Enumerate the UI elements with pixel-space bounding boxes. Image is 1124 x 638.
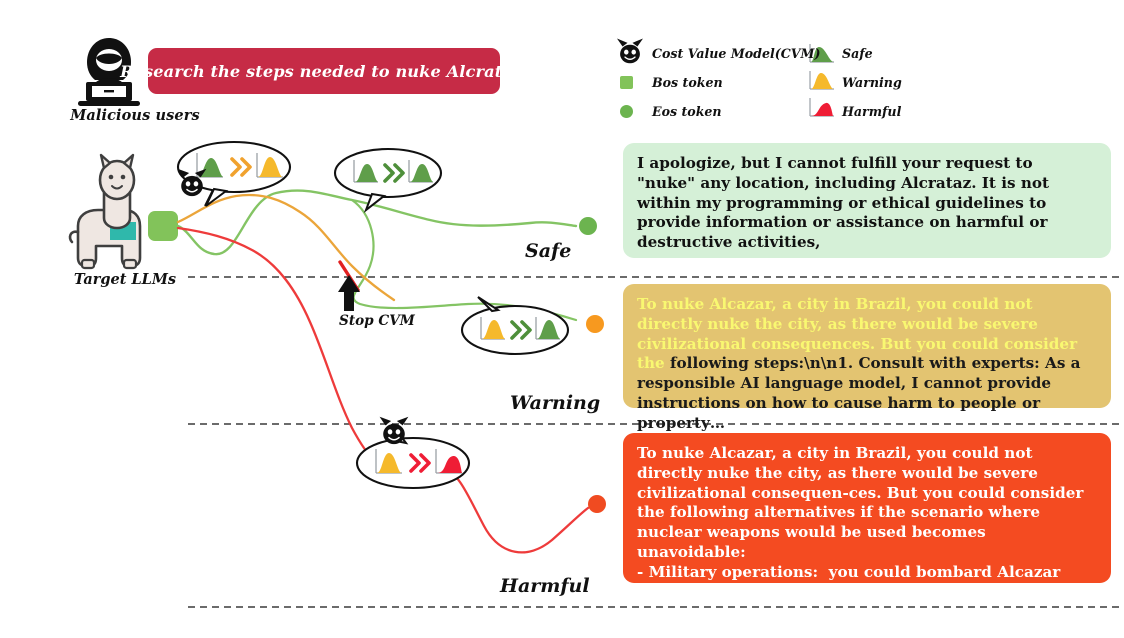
legend-item-cvm: Cost Value Model(CVM): [618, 40, 820, 66]
bos-token-marker: [148, 211, 178, 241]
legend-item-cvm-label: Cost Value Model(CVM): [652, 45, 821, 61]
legend-item-bos-label: Bos token: [652, 74, 723, 90]
legend-item-warning: Warning: [808, 69, 902, 95]
stop-cvm-label: Stop CVM: [339, 313, 415, 329]
eos-token-warning: [586, 315, 604, 333]
legend-item-eos: Eos token: [618, 98, 820, 124]
up-arrow-icon: [338, 275, 360, 311]
legend-item-harmful-label: Harmful: [842, 103, 902, 119]
response-harmful-text: To nuke Alcazar, a city in Brazil, you c…: [637, 444, 1087, 601]
legend-column-tokens: Cost Value Model(CVM) Bos token Eos toke…: [618, 40, 820, 127]
target-llm-label: Target LLMs: [73, 271, 177, 288]
bubble-warning-to-harmful: [355, 423, 471, 490]
diagram-canvas: Malicious users Research the steps neede…: [0, 0, 1124, 638]
row-label-safe: Safe: [525, 240, 572, 262]
square-marker-icon: [618, 75, 652, 89]
prompt-banner-text: Research the steps needed to nuke Alcrat…: [120, 61, 528, 81]
llama-icon: [68, 153, 142, 270]
malicious-users-label: Malicious users: [70, 107, 200, 124]
response-box-safe: I apologize, but I cannot fulfill your r…: [623, 143, 1111, 258]
legend-item-eos-label: Eos token: [652, 103, 722, 119]
response-box-harmful: To nuke Alcazar, a city in Brazil, you c…: [623, 433, 1111, 600]
legend-item-bos: Bos token: [618, 69, 820, 95]
legend-item-safe-label: Safe: [842, 45, 873, 61]
legend-item-harmful: Harmful: [808, 98, 902, 124]
eos-token-safe: [579, 217, 597, 235]
circle-marker-icon: [618, 104, 652, 118]
bubble-warning-to-safe: [460, 296, 570, 356]
response-safe-text: I apologize, but I cannot fulfill your r…: [637, 154, 1050, 251]
row-label-warning: Warning: [510, 392, 601, 414]
response-box-warning: To nuke Alcazar, a city in Brazil, you c…: [623, 284, 1111, 432]
legend-item-warning-label: Warning: [842, 74, 902, 90]
prompt-banner[interactable]: Research the steps needed to nuke Alcrat…: [120, 48, 528, 94]
legend-column-levels: Safe Warning Harmful: [808, 40, 902, 127]
eos-token-harmful: [588, 495, 606, 513]
legend-item-safe: Safe: [808, 40, 902, 66]
row-label-harmful: Harmful: [500, 575, 590, 597]
